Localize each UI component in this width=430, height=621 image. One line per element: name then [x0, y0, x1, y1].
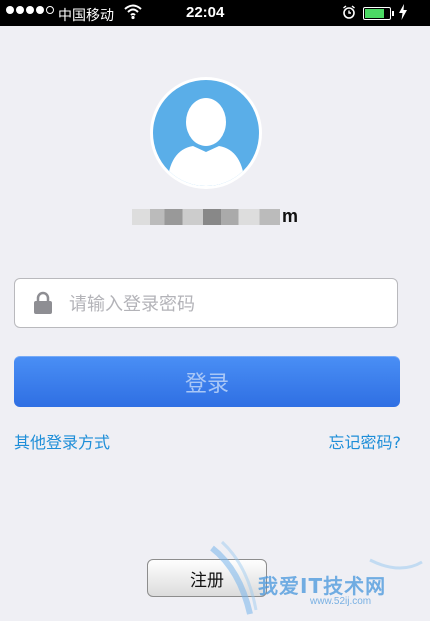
masked-username-block — [131, 209, 280, 226]
forgot-password-link[interactable]: 忘记密码? — [329, 429, 402, 453]
login-button[interactable]: 登录 — [14, 356, 400, 407]
register-button[interactable]: 注册 — [147, 559, 267, 597]
password-input[interactable] — [67, 287, 391, 321]
username-suffix: m — [281, 206, 298, 226]
battery-level-fill — [365, 9, 385, 18]
clock-time: 22:04 — [186, 4, 225, 21]
watermark-url: www.52ij.com — [310, 596, 372, 607]
wifi-icon — [124, 4, 142, 23]
other-login-methods-link[interactable]: 其他登录方式 — [14, 429, 110, 453]
username-label: m — [0, 206, 430, 227]
status-bar: 中国移动 22:04 — [0, 0, 430, 26]
lock-icon — [33, 291, 53, 319]
charging-icon — [399, 4, 407, 23]
avatar-icon — [167, 98, 245, 186]
battery-icon — [363, 7, 394, 20]
alarm-icon — [342, 5, 356, 22]
watermark-title: 我爱IT技术网 — [258, 574, 387, 598]
signal-strength-icon — [6, 6, 54, 14]
user-avatar — [153, 80, 259, 186]
password-field[interactable] — [14, 278, 398, 328]
carrier-name: 中国移动 — [58, 8, 114, 24]
